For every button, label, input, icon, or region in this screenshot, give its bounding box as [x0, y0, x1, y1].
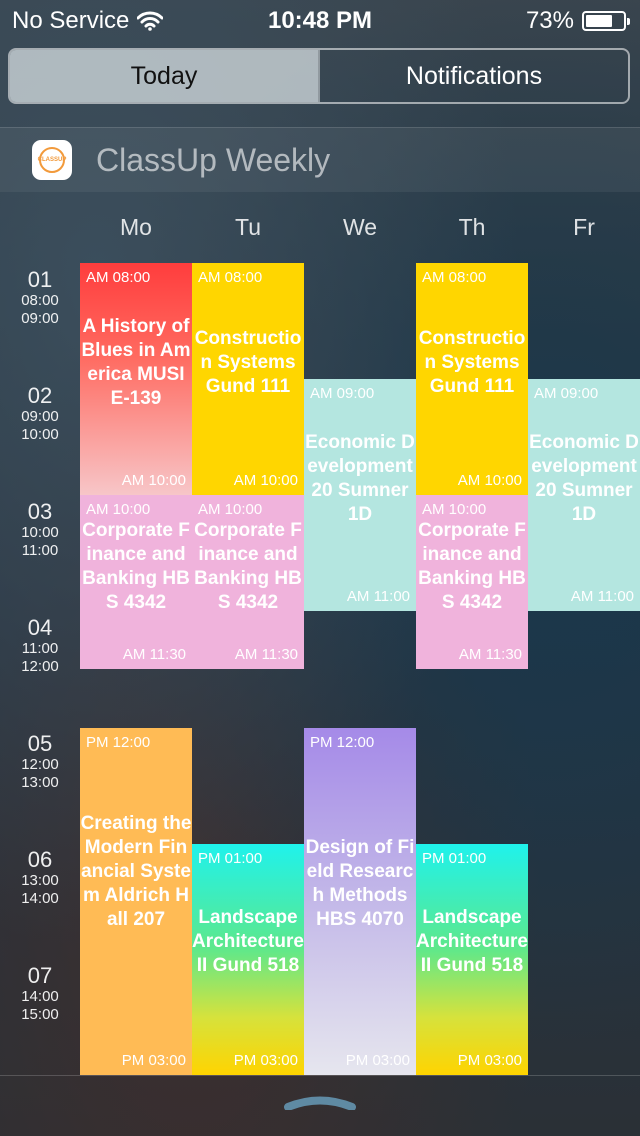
- event-end-time: AM 11:30: [458, 646, 522, 663]
- period-number: 02: [27, 383, 53, 408]
- period-label: 07 14:00 15:00: [0, 964, 80, 1024]
- today-notifications-switch: Today Notifications: [8, 48, 630, 104]
- period-number: 01: [27, 267, 53, 292]
- event-start-time: AM 08:00: [422, 269, 487, 286]
- day-header-mo: Mo: [120, 214, 152, 240]
- period-end: 09:00: [21, 310, 59, 327]
- period-end: 15:00: [21, 1006, 59, 1023]
- period-start: 11:00: [21, 640, 59, 657]
- class-event-history-of-blues[interactable]: AM 08:00 A History of Blues in America M…: [80, 263, 192, 495]
- widget-title: ClassUp Weekly: [96, 142, 331, 178]
- event-end-time: AM 11:00: [570, 588, 634, 605]
- class-event-construction-systems[interactable]: AM 08:00 Construction Systems Gund 111 A…: [416, 263, 528, 495]
- class-event-economic-development[interactable]: AM 09:00 Economic Development 20 Sumner …: [304, 379, 416, 611]
- event-start-time: AM 10:00: [422, 501, 487, 518]
- event-start-time: PM 01:00: [198, 850, 263, 867]
- event-end-time: PM 03:00: [121, 1052, 186, 1069]
- period-start: 10:00: [21, 524, 59, 541]
- period-end: 11:00: [21, 542, 59, 559]
- collapse-grabber-handle[interactable]: [284, 1096, 356, 1110]
- period-start: 09:00: [21, 408, 59, 425]
- day-header-fr: Fr: [573, 214, 595, 240]
- separator: [0, 1075, 640, 1076]
- event-title: Construction Systems Gund 111: [418, 328, 526, 397]
- period-number: 03: [27, 499, 53, 524]
- event-start-time: PM 01:00: [422, 850, 487, 867]
- event-title: A History of Blues in America MUSI E-139: [81, 316, 191, 409]
- class-event-economic-development[interactable]: AM 09:00 Economic Development 20 Sumner …: [528, 379, 640, 611]
- class-event-landscape-architecture[interactable]: PM 01:00 Landscape Architecture II Gund …: [192, 844, 304, 1075]
- event-title: Design of Field Research Methods HBS 407…: [305, 837, 415, 930]
- event-start-time: AM 10:00: [198, 501, 263, 518]
- event-title: Corporate Finance and Banking HBS 4342: [194, 520, 302, 613]
- period-start: 14:00: [21, 988, 59, 1005]
- widget-header[interactable]: CLASSUP ClassUp Weekly: [0, 128, 640, 192]
- period-label: 04 11:00 12:00: [0, 616, 80, 676]
- event-end-time: AM 10:00: [457, 472, 522, 489]
- class-event-creating-modern-financial-system[interactable]: PM 12:00 Creating the Modern Financial S…: [80, 728, 192, 1075]
- event-end-time: AM 11:30: [234, 646, 298, 663]
- period-number: 07: [27, 963, 53, 988]
- class-event-construction-systems[interactable]: AM 08:00 Construction Systems Gund 111 A…: [192, 263, 304, 495]
- event-end-time: PM 03:00: [345, 1052, 410, 1069]
- class-event-landscape-architecture[interactable]: PM 01:00 Landscape Architecture II Gund …: [416, 844, 528, 1075]
- event-title: Corporate Finance and Banking HBS 4342: [418, 520, 526, 613]
- period-number: 05: [27, 731, 53, 756]
- event-end-time: AM 10:00: [121, 472, 186, 489]
- class-event-corporate-finance[interactable]: AM 10:00 Corporate Finance and Banking H…: [192, 495, 304, 669]
- battery-percent: 73%: [525, 7, 574, 34]
- event-start-time: PM 12:00: [310, 734, 375, 751]
- event-title: Economic Development 20 Sumner 1D: [529, 432, 639, 525]
- event-end-time: AM 10:00: [233, 472, 298, 489]
- event-title: Construction Systems Gund 111: [194, 328, 302, 397]
- event-end-time: AM 11:30: [122, 646, 186, 663]
- event-start-time: AM 08:00: [198, 269, 263, 286]
- period-label: 06 13:00 14:00: [0, 848, 80, 908]
- tab-today[interactable]: Today: [10, 50, 318, 102]
- day-header-tu: Tu: [235, 214, 261, 240]
- period-label: 05 12:00 13:00: [0, 732, 80, 792]
- event-title: Landscape Architecture II Gund 518: [192, 907, 304, 976]
- tab-notifications[interactable]: Notifications: [318, 50, 628, 102]
- event-title: Creating the Modern Financial System Ald…: [80, 813, 192, 930]
- event-start-time: AM 09:00: [534, 385, 599, 402]
- period-label: 03 10:00 11:00: [0, 500, 80, 560]
- classup-app-icon[interactable]: CLASSUP: [32, 140, 72, 180]
- class-event-corporate-finance[interactable]: AM 10:00 Corporate Finance and Banking H…: [416, 495, 528, 669]
- battery-fill: [586, 15, 612, 27]
- period-number: 04: [27, 615, 53, 640]
- period-end: 10:00: [21, 426, 59, 443]
- period-label: 02 09:00 10:00: [0, 384, 80, 444]
- event-end-time: PM 03:00: [233, 1052, 298, 1069]
- event-title: Economic Development 20 Sumner 1D: [305, 432, 415, 525]
- period-label: 01 08:00 09:00: [0, 268, 80, 328]
- period-end: 12:00: [21, 658, 59, 675]
- classup-logo: CLASSUP: [38, 147, 66, 173]
- day-header-th: Th: [458, 214, 486, 240]
- event-title: Landscape Architecture II Gund 518: [416, 907, 528, 976]
- event-start-time: AM 08:00: [86, 269, 151, 286]
- battery-icon: [582, 11, 630, 31]
- period-start: 13:00: [21, 872, 59, 889]
- status-bar: No Service 10:48 PM 73%: [0, 0, 640, 40]
- event-start-time: PM 12:00: [86, 734, 151, 751]
- period-end: 14:00: [21, 890, 59, 907]
- event-end-time: PM 03:00: [457, 1052, 522, 1069]
- event-title: Corporate Finance and Banking HBS 4342: [82, 520, 190, 613]
- period-start: 12:00: [21, 756, 59, 773]
- period-end: 13:00: [21, 774, 59, 791]
- period-start: 08:00: [21, 292, 59, 309]
- class-event-corporate-finance[interactable]: AM 10:00 Corporate Finance and Banking H…: [80, 495, 192, 669]
- status-right: 73%: [525, 7, 630, 35]
- day-header-we: We: [342, 214, 378, 240]
- event-start-time: AM 10:00: [86, 501, 151, 518]
- period-number: 06: [27, 847, 53, 872]
- class-event-design-field-research[interactable]: PM 12:00 Design of Field Research Method…: [304, 728, 416, 1075]
- event-end-time: AM 11:00: [346, 588, 410, 605]
- event-start-time: AM 09:00: [310, 385, 375, 402]
